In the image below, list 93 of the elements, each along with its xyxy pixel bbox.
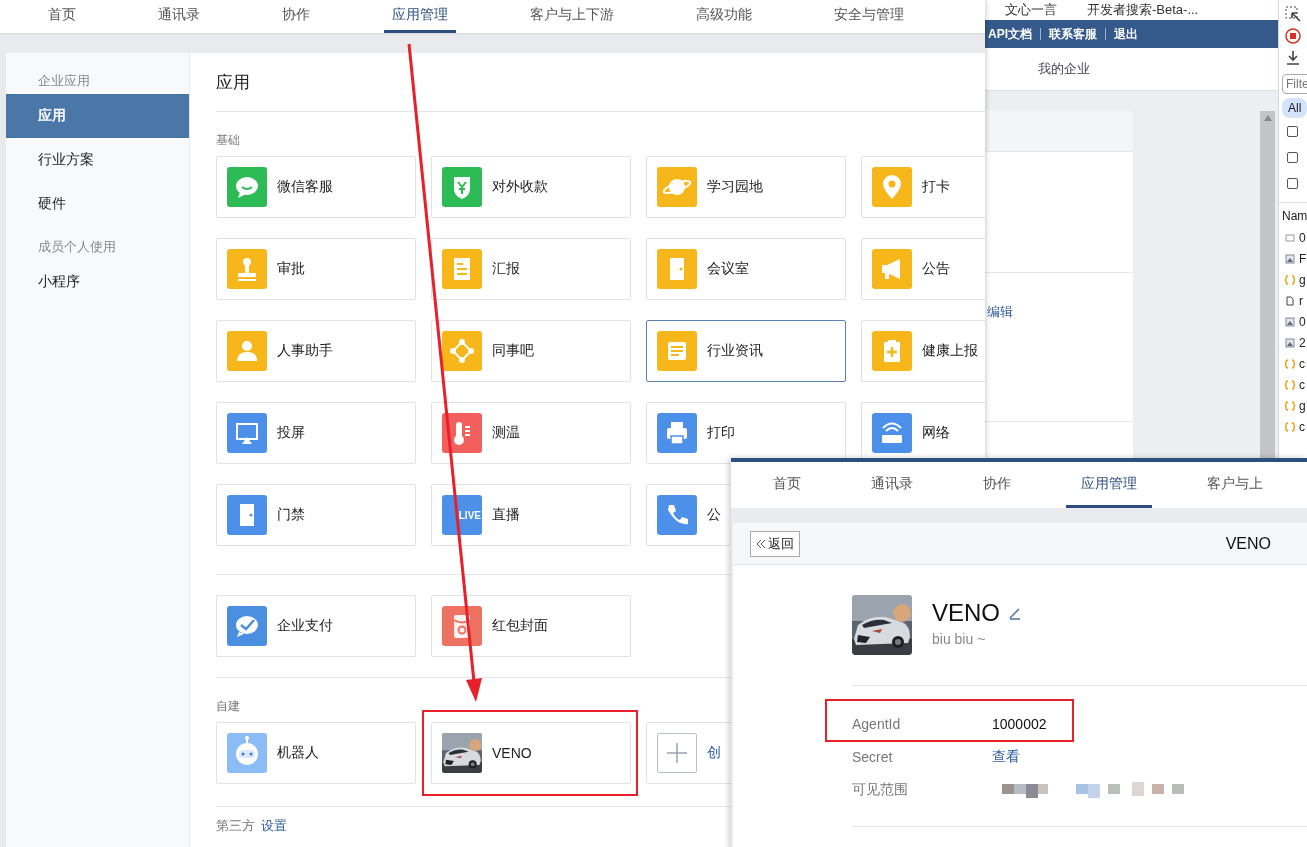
app-tile[interactable]: 打印	[646, 402, 846, 464]
app-tile[interactable]: 打卡	[861, 156, 985, 218]
checkbox[interactable]	[1287, 125, 1298, 137]
nav-tab[interactable]: 客户与上	[1192, 462, 1278, 508]
section-heading: 基础	[216, 132, 241, 149]
back-button[interactable]: 返回	[750, 530, 800, 557]
nav-item[interactable]: 我的企业	[1038, 60, 1090, 78]
pencil-icon[interactable]	[1008, 606, 1022, 620]
sidebar-item[interactable]: 小程序	[6, 260, 189, 304]
braces-icon	[1285, 400, 1295, 411]
app-tile[interactable]: 门禁	[216, 484, 416, 546]
app-tile[interactable]: 行业资讯	[646, 320, 846, 382]
page-title: 应用	[216, 71, 251, 94]
settings-link[interactable]: 设置	[261, 817, 287, 835]
double-chevron-icon	[756, 538, 766, 549]
nav-tab[interactable]: 通讯录	[150, 0, 208, 33]
braces-icon	[1285, 274, 1295, 285]
field-label: AgentId	[852, 715, 902, 732]
app-tile[interactable]: 企业支付	[216, 595, 416, 657]
nav-tab[interactable]: 高级功能	[688, 0, 760, 33]
image-icon	[1285, 253, 1295, 264]
app-tile[interactable]: 人事助手	[216, 320, 416, 382]
scrollbar[interactable]	[1260, 111, 1275, 458]
app-tile[interactable]: 机器人	[216, 722, 416, 784]
request-name[interactable]: g	[1299, 272, 1306, 287]
file-icon	[1285, 232, 1295, 243]
header-link[interactable]: 联系客服	[1040, 28, 1105, 40]
download-icon[interactable]	[1285, 50, 1301, 66]
select-element-icon[interactable]	[1285, 6, 1301, 22]
field-value: 1000002	[992, 715, 1047, 732]
section-heading: 自建	[216, 698, 241, 715]
nav-tab[interactable]: 首页	[40, 0, 84, 33]
request-name[interactable]: 2	[1299, 335, 1306, 350]
app-tile[interactable]: 测温	[431, 402, 631, 464]
sidebar-item[interactable]: 应用	[6, 94, 189, 138]
request-name[interactable]: r	[1299, 293, 1303, 308]
nav-tab[interactable]: 应用管理	[1066, 462, 1152, 508]
request-name[interactable]: c	[1299, 377, 1305, 392]
live-icon: LIVE	[442, 495, 482, 535]
field-label: 可见范围	[852, 780, 909, 799]
nav-tab[interactable]: 通讯录	[856, 462, 928, 508]
app-tile[interactable]: 微信客服	[216, 156, 416, 218]
nav-tab[interactable]: 首页	[758, 462, 816, 508]
edit-link[interactable]: 编辑	[987, 303, 1133, 321]
checkbox[interactable]	[1287, 177, 1298, 189]
app-tile[interactable]: 公告	[861, 238, 985, 300]
braces-icon	[1285, 358, 1295, 369]
header-link[interactable]: 退出	[1105, 28, 1146, 40]
image-icon	[1285, 337, 1295, 348]
plus-icon	[657, 733, 697, 773]
checkbox[interactable]	[1287, 151, 1298, 163]
nav-tab[interactable]: 应用管理	[384, 0, 456, 33]
app-tile[interactable]: 汇报	[431, 238, 631, 300]
sidebar-group-label: 成员个人使用	[37, 238, 117, 256]
braces-icon	[1285, 421, 1295, 432]
section-heading: 第三方	[216, 817, 255, 835]
bookmark[interactable]: 文心一言	[1005, 1, 1057, 19]
app-tile[interactable]: LIVE 直播	[431, 484, 631, 546]
sidebar-item[interactable]: 硬件	[6, 182, 189, 226]
app-tile[interactable]: 红包封面	[431, 595, 631, 657]
nav-tab[interactable]: 客户与上下游	[522, 0, 622, 33]
request-name[interactable]: 0	[1299, 314, 1306, 329]
column-header[interactable]: Nam	[1279, 202, 1307, 227]
request-name[interactable]: g	[1299, 398, 1306, 413]
sidebar-group-label: 企业应用	[37, 72, 91, 90]
header-link[interactable]: API文档	[988, 28, 1040, 40]
app-tile[interactable]: 会议室	[646, 238, 846, 300]
nav-tab[interactable]: 协作	[968, 462, 1026, 508]
app-tile[interactable]: 对外收款	[431, 156, 631, 218]
app-tile[interactable]: VENO	[431, 722, 631, 784]
app-description: biu biu ~	[932, 631, 987, 647]
braces-icon	[1285, 379, 1295, 390]
request-name[interactable]: 0	[1299, 230, 1306, 245]
app-tile[interactable]: 健康上报	[861, 320, 985, 382]
nav-tab[interactable]: 安全与管理	[826, 0, 912, 33]
request-name[interactable]: c	[1299, 419, 1305, 434]
app-name: VENO	[932, 599, 1000, 627]
bookmark[interactable]: 开发者搜索-Beta-...	[1087, 1, 1199, 19]
sidebar-item[interactable]: 行业方案	[6, 138, 189, 182]
filter-chip[interactable]: All	[1282, 98, 1307, 118]
request-name[interactable]: c	[1299, 356, 1305, 371]
view-link[interactable]: 查看	[992, 747, 1020, 766]
app-tile[interactable]: 审批	[216, 238, 416, 300]
header-title: VENO	[1225, 534, 1271, 553]
app-tile[interactable]: 学习园地	[646, 156, 846, 218]
record-stop-icon[interactable]	[1285, 28, 1301, 44]
field-label: Secret	[852, 748, 894, 765]
app-tile[interactable]: 同事吧	[431, 320, 631, 382]
request-name[interactable]: F	[1299, 251, 1307, 266]
nav-tab[interactable]: 协作	[274, 0, 318, 33]
image-icon	[1285, 316, 1295, 327]
document-icon	[1285, 295, 1295, 306]
app-tile[interactable]: 投屏	[216, 402, 416, 464]
